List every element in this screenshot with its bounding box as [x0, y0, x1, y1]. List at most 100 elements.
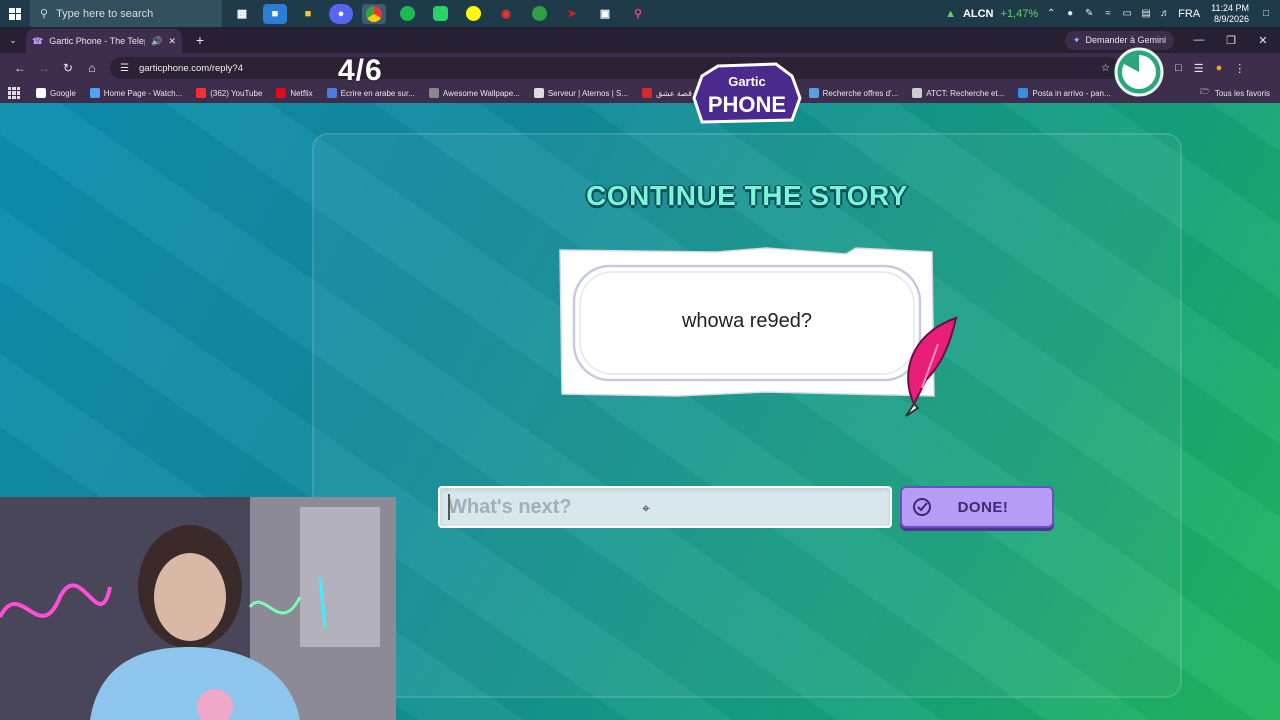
bookmark-item[interactable]: Google — [36, 88, 76, 98]
minimize-icon[interactable]: — — [1192, 34, 1206, 46]
windows-logo-icon — [9, 7, 21, 20]
logo-text-gartic: Gartic — [728, 74, 766, 89]
text-caret — [448, 494, 450, 520]
pen-icon[interactable]: ✎ — [1083, 8, 1095, 20]
bookmark-star-icon[interactable]: ☆ — [1101, 63, 1110, 74]
bookmark-favicon-icon — [1018, 88, 1029, 98]
bookmark-label: Posta in arrivo - pan... — [1032, 88, 1111, 98]
bookmark-item[interactable]: Home Page - Watch... — [89, 88, 183, 98]
browser-toolbar: ← → ↻ ⌂ ☰ garticphone.com/reply?4 ☆ ■ ▣ … — [0, 53, 1280, 83]
puzzle-icon[interactable]: □ — [1175, 62, 1182, 75]
search-icon: ⚲ — [40, 8, 49, 20]
story-input-field[interactable] — [438, 486, 892, 528]
phone-favicon-icon: ☎ — [32, 35, 44, 46]
bookmark-item[interactable]: Awesome Wallpape... — [428, 88, 520, 98]
address-bar[interactable]: ☰ garticphone.com/reply?4 ☆ — [110, 57, 1120, 79]
chevron-up-icon[interactable]: ⌃ — [1045, 8, 1057, 20]
notification-icon[interactable]: □ — [1260, 8, 1272, 20]
bookmark-label: Recherche offres d'... — [822, 88, 899, 98]
url-text: garticphone.com/reply?4 — [138, 62, 244, 74]
all-bookmarks-label: Tous les favoris — [1214, 88, 1270, 98]
stock-name[interactable]: ALCN — [963, 8, 994, 20]
tab-title: Gartic Phone - The Telephone — [49, 36, 145, 46]
bookmark-label: ATCT: Recherche et... — [926, 88, 1005, 98]
story-input[interactable] — [448, 495, 890, 519]
map-pin-icon[interactable]: ⚲ — [626, 4, 650, 24]
network-icon[interactable]: ▤ — [1140, 8, 1152, 20]
discord-icon[interactable]: ● — [329, 3, 353, 24]
volume-icon[interactable]: ♬ — [1159, 8, 1171, 20]
wifi-icon[interactable]: ≈ — [1102, 8, 1114, 20]
bookmark-favicon-icon — [196, 88, 207, 98]
start-button[interactable] — [0, 0, 30, 27]
bookmark-favicon-icon — [326, 88, 337, 98]
whatsapp-icon[interactable] — [428, 4, 452, 24]
bookmarks-bar: Google Home Page - Watch... (362) YouTube N… — [0, 83, 1280, 103]
apps-icon[interactable] — [8, 87, 20, 99]
browser-tab[interactable]: ☎ Gartic Phone - The Telephone 🔊 ✕ — [26, 29, 182, 53]
stock-chart-icon: ▲ — [945, 7, 956, 20]
bookmark-label: Home Page - Watch... — [103, 88, 183, 98]
windows-taskbar: ⚲ Type here to search ▦ ■ ■ ● ◉ ➤ ▣ ⚲ ▲ … — [0, 0, 1280, 27]
page-heading: CONTINUE THE STORY — [586, 180, 908, 211]
bookmark-item[interactable]: ATCT: Recherche et... — [912, 88, 1004, 98]
tab-audio-icon[interactable]: 🔊 — [151, 36, 162, 47]
language-indicator[interactable]: FRA — [1178, 8, 1200, 20]
clock-time: 11:24 PM — [1211, 2, 1249, 13]
new-tab-icon[interactable]: + — [188, 32, 212, 48]
bookmark-favicon-icon — [276, 88, 287, 98]
taskbar-search[interactable]: ⚲ Type here to search — [30, 0, 222, 27]
forward-icon[interactable]: → — [32, 61, 56, 75]
snapchat-icon[interactable] — [461, 4, 485, 24]
xbox-icon[interactable] — [527, 4, 551, 24]
cursor-ibeam-icon: ⌖ — [642, 500, 650, 516]
microphone-icon[interactable]: ● — [1064, 8, 1076, 20]
gemini-star-icon: ✦ — [1072, 34, 1081, 45]
logo-text-phone: PHONE — [708, 92, 786, 117]
clock[interactable]: 11:24 PM 8/9/2026 — [1211, 3, 1249, 25]
bookmark-item[interactable]: Posta in arrivo - pan... — [1018, 88, 1111, 98]
app-icon[interactable]: ➤ — [560, 4, 584, 24]
back-icon[interactable]: ← — [8, 61, 32, 75]
tab-search-icon[interactable]: ⌄ — [0, 35, 26, 46]
stock-change: +1,47% — [1000, 7, 1039, 20]
done-button[interactable]: DONE! — [900, 486, 1054, 528]
game-panel — [312, 133, 1182, 698]
bookmark-item[interactable]: Serveur | Aternos | S... — [533, 88, 628, 98]
clock-date: 8/9/2026 — [1213, 13, 1249, 24]
app-icon[interactable]: ◉ — [494, 4, 518, 24]
bookmark-item[interactable]: قصة عشق — [642, 88, 692, 98]
gemini-label: Demander à Gemini — [1085, 35, 1166, 45]
app-icon[interactable]: ■ — [263, 3, 287, 24]
close-tab-icon[interactable]: ✕ — [168, 36, 176, 47]
chrome-icon[interactable] — [362, 3, 386, 24]
bookmark-item[interactable]: Netflix — [276, 88, 313, 98]
bookmark-label: Awesome Wallpape... — [442, 88, 520, 98]
quill-icon — [905, 316, 958, 417]
home-icon[interactable]: ⌂ — [80, 61, 104, 75]
battery-icon[interactable]: ▭ — [1121, 8, 1133, 20]
close-window-icon[interactable]: ✕ — [1256, 34, 1270, 47]
site-info-icon[interactable]: ☰ — [120, 63, 129, 74]
all-bookmarks[interactable]: 🗁 Tous les favoris — [1200, 86, 1280, 100]
timer-icon — [1114, 47, 1164, 97]
check-badge-icon — [913, 498, 931, 516]
task-view-icon[interactable]: ▦ — [230, 4, 254, 24]
menu-icon[interactable]: ⋮ — [1234, 62, 1245, 75]
bookmark-item[interactable]: Recherche offres d'... — [808, 88, 899, 98]
app-icon[interactable]: ▣ — [593, 4, 617, 24]
bookmark-item[interactable]: (362) YouTube — [196, 88, 262, 98]
reload-icon[interactable]: ↻ — [56, 61, 80, 75]
spotify-icon[interactable] — [395, 4, 419, 24]
profile-icon[interactable]: ● — [1216, 62, 1223, 75]
file-explorer-icon[interactable]: ■ — [296, 4, 320, 24]
media-icon[interactable]: ☰ — [1194, 62, 1204, 75]
bookmark-label: Google — [50, 88, 76, 98]
bookmark-label: Netflix — [290, 88, 313, 98]
restore-icon[interactable]: ❐ — [1224, 34, 1238, 47]
bookmark-favicon-icon — [89, 88, 100, 98]
bookmark-favicon-icon — [428, 88, 439, 98]
bookmark-favicon-icon — [808, 88, 819, 98]
gartic-phone-logo: Gartic PHONE — [692, 62, 802, 124]
bookmark-item[interactable]: Ecrire en arabe sur... — [326, 88, 415, 98]
